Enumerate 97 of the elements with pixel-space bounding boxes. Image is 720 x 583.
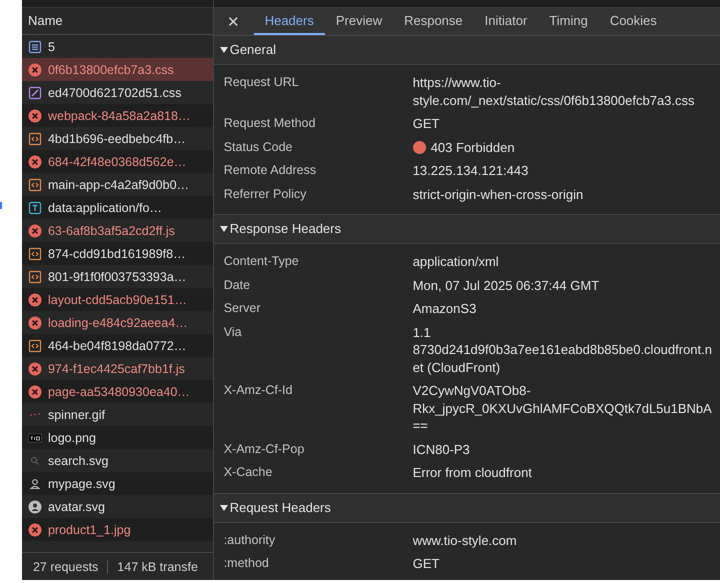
code-file-icon (28, 270, 42, 284)
section-header[interactable]: General (214, 36, 720, 65)
header-value: GET (412, 115, 440, 132)
request-name: layout-cdd5acb90e151… (48, 292, 187, 306)
request-name: data:application/fo… (48, 200, 162, 214)
request-name: 0f6b13800efcb7a3.css (48, 62, 174, 76)
header-value: Mon, 07 Jul 2025 06:37:44 GMT (412, 276, 600, 294)
header-value: Error from cloudfront (412, 464, 532, 482)
section-header[interactable]: Request Headers (214, 494, 720, 522)
header-value: V2CywNgV0ATOb8-Rkx_jpycR_0KXUvGhlAMFCoBXQQtk7dL5u1BNbA== (412, 382, 713, 434)
spinner-thumbnail-icon (30, 413, 40, 416)
error-icon (28, 362, 42, 376)
header-name: X-Cache (222, 464, 274, 481)
header-value: ICN80-P3 (412, 440, 470, 458)
header-name: Request URL (222, 74, 300, 91)
request-row[interactable]: data:application/fo… (22, 196, 213, 219)
logo-thumbnail-icon (28, 430, 42, 444)
request-name: product1_1.jpg (48, 522, 131, 536)
request-name: 801-9f1f0f003753393a… (48, 270, 186, 284)
code-file-icon (28, 246, 42, 260)
header-value: AmazonS3 (412, 300, 476, 318)
section-title: Request Headers (230, 498, 331, 517)
header-value: 1.1 8730d241d9f0b3a7ee161eabd8b85be0.cloudfront.net (CloudFront) (412, 324, 713, 376)
header-name: Date (222, 276, 252, 294)
error-icon (28, 292, 42, 306)
error-icon (28, 224, 42, 238)
header-value: https://www.tio-style.com/_next/static/css/0f6b13800efcb7a3.css (412, 74, 696, 109)
request-name: main-app-c4a2af9d0b0… (48, 178, 190, 192)
error-icon (28, 522, 42, 536)
error-icon (28, 62, 42, 76)
header-name: Remote Address (222, 162, 318, 179)
request-row[interactable]: product1_1.jpg (22, 518, 213, 541)
code-file-icon (28, 338, 42, 352)
section-title: Response Headers (230, 220, 341, 238)
close-button[interactable]: ✕ (214, 8, 254, 35)
request-row[interactable]: page-aa53480930ea40… (22, 380, 213, 403)
request-row[interactable]: layout-cdd5acb90e151… (22, 288, 213, 311)
avatar-icon (28, 500, 42, 514)
tab[interactable]: Response (393, 8, 474, 35)
header-value: 13.225.134.121:443 (412, 162, 528, 180)
header-name: :authority (222, 532, 276, 549)
request-row[interactable]: webpack-84a58a2a818… (22, 104, 213, 127)
request-name: spinner.gif (48, 408, 105, 422)
header-name: X-Amz-Cf-Pop (222, 440, 306, 458)
header-name: Via (222, 324, 243, 340)
request-name: ed4700d621702d51.css (48, 86, 182, 100)
request-name: 464-be04f8198da0772… (48, 338, 186, 352)
header-name: X-Amz-Cf-Id (222, 382, 294, 399)
request-name: 63-6af8b3af5a2cd2ff.js (48, 224, 175, 238)
code-file-icon (28, 178, 42, 192)
request-name: 874-cdd91bd161989f8… (48, 246, 186, 260)
request-name: 4bd1b696-eedbebc4fb… (48, 132, 186, 146)
tab[interactable]: Preview (324, 8, 394, 35)
error-icon (28, 384, 42, 398)
request-row[interactable]: mypage.svg (22, 472, 213, 495)
header-name: :method (222, 555, 270, 572)
request-row[interactable]: 0f6b13800efcb7a3.css (22, 58, 213, 81)
section-title: General (230, 41, 276, 59)
tab[interactable]: Cookies (598, 8, 668, 35)
error-icon (28, 316, 42, 330)
header-value: strict-origin-when-cross-origin (412, 186, 584, 203)
header-value: www.tio-style.com (412, 532, 517, 549)
header-value: GET (412, 555, 440, 572)
request-name: 5 (48, 40, 55, 54)
request-name: mypage.svg (48, 476, 116, 490)
request-name: page-aa53480930ea40… (48, 384, 190, 398)
header-value: 403 Forbidden (430, 138, 515, 156)
request-row[interactable]: 874-cdd91bd161989f8… (22, 242, 213, 265)
tab[interactable]: Timing (538, 8, 599, 35)
request-name: logo.png (48, 430, 96, 444)
header-name: Content-Type (222, 253, 300, 270)
request-row[interactable]: 464-be04f8198da0772… (22, 334, 213, 357)
request-name: avatar.svg (48, 500, 105, 514)
header-name: Referrer Policy (222, 186, 308, 203)
font-icon (28, 200, 42, 214)
stylesheet-icon (28, 86, 42, 100)
document-icon (28, 40, 42, 54)
status-text: 27 requests (32, 560, 100, 574)
code-file-icon (28, 132, 42, 146)
tab[interactable]: Initiator (474, 8, 538, 35)
section-header[interactable]: Response Headers (214, 215, 720, 244)
header-value: application/xml (412, 253, 499, 270)
header-name: Server (222, 300, 262, 317)
header-name: Request Method (222, 115, 316, 132)
request-name: webpack-84a58a2a818… (48, 108, 190, 122)
request-name: search.svg (48, 454, 108, 468)
status-text: 147 kB transfe (107, 560, 207, 574)
request-row[interactable]: logo.png (22, 426, 213, 449)
header-name: Status Code (222, 138, 294, 156)
request-row[interactable]: 684-42f48e0368d562e… (22, 150, 213, 173)
request-name: 974-f1ec4425caf7bb1f.js (48, 362, 185, 376)
error-icon (28, 108, 42, 122)
scroll-marker (0, 202, 2, 209)
error-icon (28, 154, 42, 168)
request-name: loading-e484c92aeea4… (48, 316, 188, 330)
request-name: 684-42f48e0368d562e… (48, 154, 186, 168)
person-icon (28, 476, 42, 490)
